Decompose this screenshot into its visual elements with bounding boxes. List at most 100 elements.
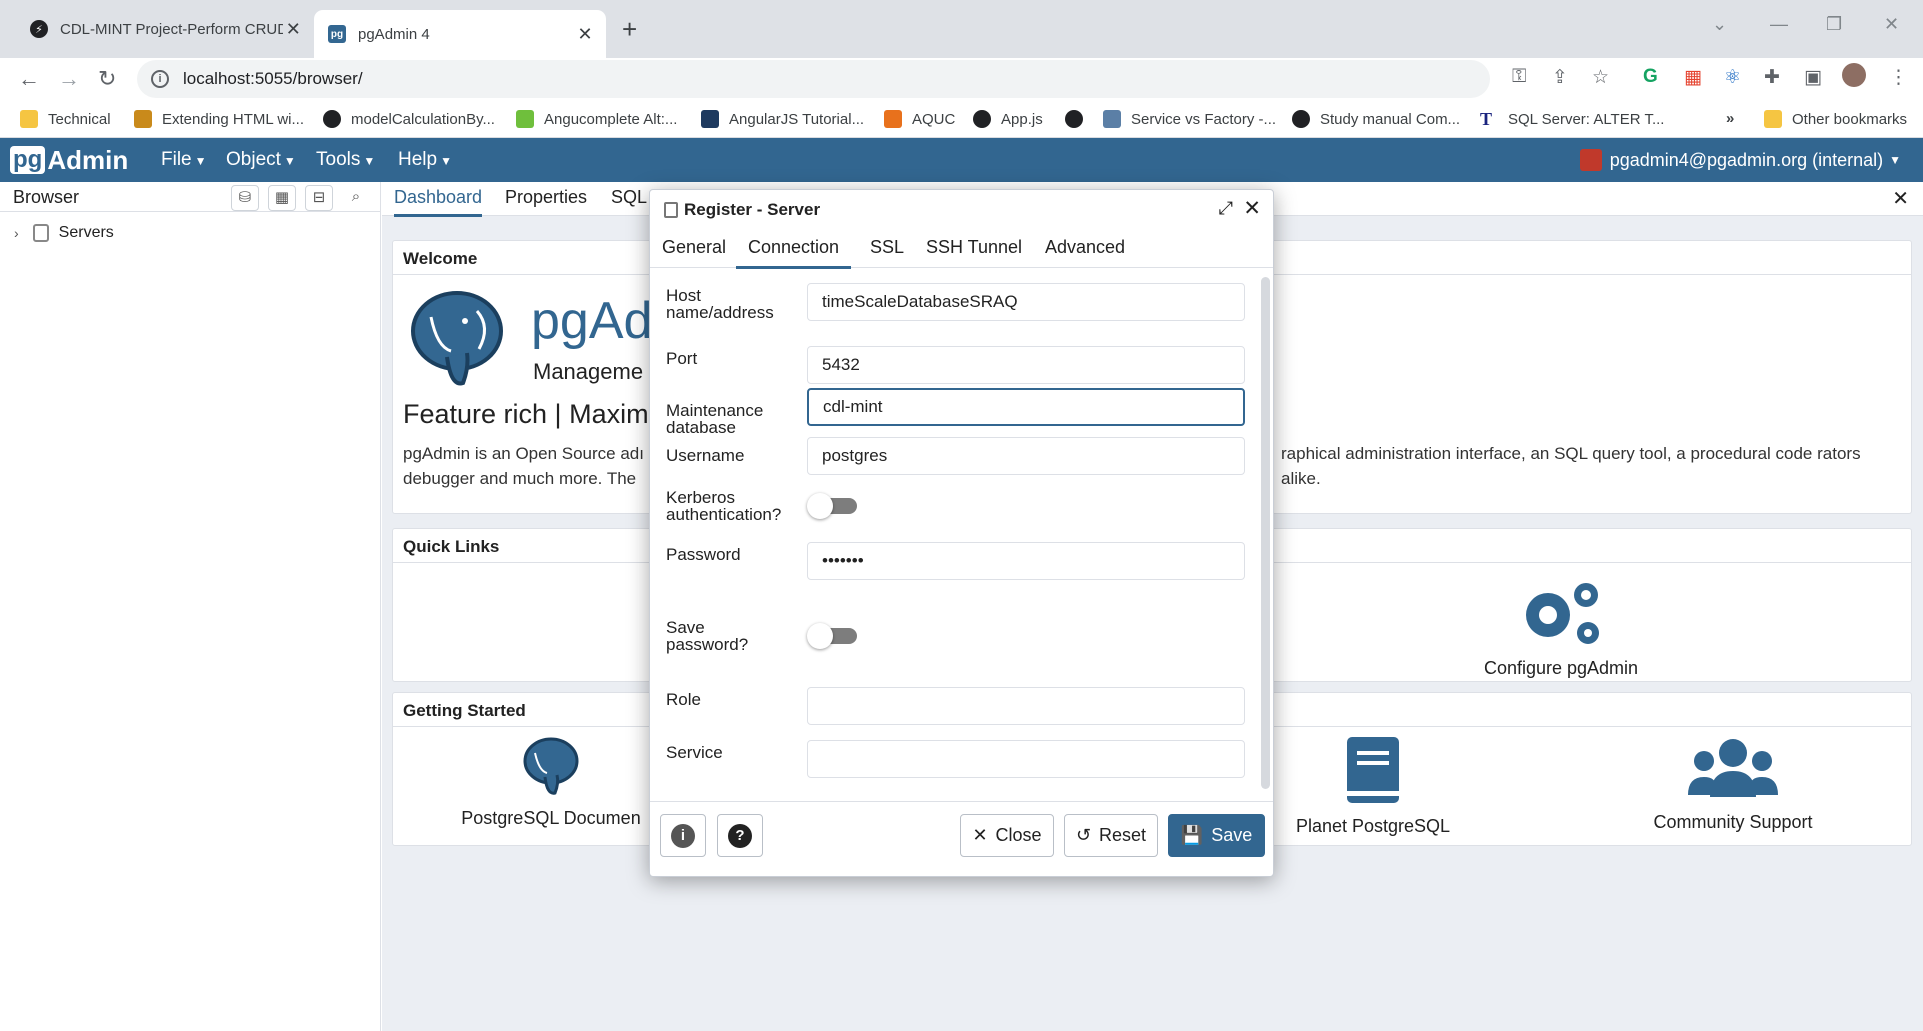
table-icon[interactable]: ▦ (268, 185, 296, 211)
restore-icon[interactable]: ❐ (1826, 14, 1842, 35)
username-input[interactable] (807, 437, 1245, 475)
bookmark-label: App.js (1001, 110, 1043, 128)
configure-pgadmin-link[interactable]: Configure pgAdmin (1461, 577, 1661, 679)
user-avatar (1579, 149, 1602, 171)
close-icon[interactable]: ✕ (574, 24, 596, 45)
bookmark-angucomplete[interactable]: Angucomplete Alt:... (516, 110, 677, 128)
pgadmin-header: pg Admin File ▼ Object ▼ Tools ▼ Help ▼ pgadm… (0, 138, 1923, 182)
tab-connection[interactable]: Connection (736, 237, 852, 269)
bookmark-extending-html[interactable]: Extending HTML wi... (134, 110, 304, 128)
chevron-down-icon: ▼ (194, 154, 207, 168)
tab-properties[interactable]: Properties (505, 187, 587, 214)
community-support-link[interactable]: Community Support (1623, 735, 1843, 833)
register-server-dialog: Register - Server ⤢ ✕ General Connection… (649, 189, 1274, 877)
menu-label: Help (398, 149, 438, 170)
tab-search-chevron-icon[interactable]: ⌄ (1712, 14, 1727, 35)
dialog-scrollbar[interactable] (1261, 277, 1270, 789)
tab-general[interactable]: General (650, 237, 738, 266)
browser-tab-cdl-mint[interactable]: ⚡ CDL-MINT Project-Perform CRUD ✕ (16, 10, 314, 48)
reset-button[interactable]: ↺ Reset (1064, 814, 1158, 857)
help-icon: ? (728, 823, 752, 848)
chevron-down-icon: ▼ (363, 154, 376, 168)
help-button[interactable]: ? (717, 814, 763, 857)
menu-help[interactable]: Help ▼ (398, 149, 452, 171)
bookmark-untitled[interactable] (1065, 110, 1093, 128)
site-info-icon[interactable]: i (151, 70, 169, 88)
port-input[interactable] (807, 346, 1245, 384)
bookmark-technical[interactable]: Technical (20, 110, 111, 128)
forward-icon[interactable]: → (58, 66, 80, 92)
dialog-footer: i ? ✕ Close ↺ Reset 💾 Save (650, 801, 1273, 876)
close-panel-icon[interactable]: ✕ (1892, 186, 1909, 211)
menu-object[interactable]: Object ▼ (226, 149, 296, 171)
info-button[interactable]: i (660, 814, 706, 857)
new-tab-icon[interactable]: + (622, 14, 637, 45)
tree-node-label: Servers (58, 224, 114, 241)
maximize-icon[interactable]: ⤢ (1219, 198, 1233, 219)
bookmark-modelcalculation[interactable]: modelCalculationBy... (323, 110, 495, 128)
bookmarks-more-button[interactable]: » (1726, 110, 1734, 127)
tab-dashboard[interactable]: Dashboard (394, 187, 483, 217)
link-label: Community Support (1653, 812, 1813, 832)
minimize-icon[interactable]: — (1770, 14, 1788, 35)
bookmark-study-manual[interactable]: Study manual Com... (1292, 110, 1460, 128)
react-devtools-icon[interactable]: ⚛ (1724, 66, 1741, 89)
chevron-right-icon[interactable]: › (14, 225, 19, 241)
extensions-puzzle-icon[interactable]: ✚ (1764, 66, 1780, 89)
browser-tab-pgadmin[interactable]: pg pgAdmin 4 ✕ (314, 10, 606, 58)
browser-toolbar: ← → ↻ i localhost:5055/browser/ ⚿ ⇪ ☆ G … (0, 58, 1923, 104)
filter-rows-icon[interactable]: ⊟ (305, 185, 333, 211)
key-icon[interactable]: ⚿ (1512, 66, 1526, 88)
search-icon[interactable]: ⌕ (342, 185, 370, 211)
kebab-menu-icon[interactable]: ⋮ (1889, 66, 1908, 89)
address-bar[interactable]: i localhost:5055/browser/ (137, 60, 1490, 98)
bookmark-sql-server-alter[interactable]: T SQL Server: ALTER T... (1480, 110, 1664, 128)
postgres-elephant-icon (523, 737, 579, 795)
share-icon[interactable]: ⇪ (1552, 66, 1568, 89)
postgresql-docs-link[interactable]: PostgreSQL Documen (451, 735, 651, 829)
service-input[interactable] (807, 740, 1245, 778)
save-icon: 💾 (1180, 825, 1204, 845)
bookmark-aquc[interactable]: AQUC (884, 110, 955, 128)
bookmarks-bar: Technical Extending HTML wi... modelCalc… (0, 104, 1923, 138)
profile-avatar[interactable] (1842, 63, 1866, 87)
save-button[interactable]: 💾 Save (1168, 814, 1265, 857)
grammarly-icon[interactable]: G (1643, 66, 1658, 88)
dialog-close-icon[interactable]: ✕ (1243, 196, 1261, 221)
close-button[interactable]: ✕ Close (960, 814, 1054, 857)
button-label: Close (995, 825, 1042, 845)
database-icon[interactable]: ⛁ (231, 185, 259, 211)
bookmark-other-bookmarks[interactable]: Other bookmarks (1764, 110, 1907, 128)
host-input[interactable] (807, 283, 1245, 321)
bookmark-service-vs-factory[interactable]: Service vs Factory -... (1103, 110, 1276, 128)
tab-advanced[interactable]: Advanced (1033, 237, 1137, 266)
sidepanel-icon[interactable]: ▣ (1804, 66, 1822, 89)
field-label: Password (666, 545, 741, 564)
star-icon[interactable]: ☆ (1592, 66, 1609, 89)
back-icon[interactable]: ← (18, 66, 40, 92)
tree-node-servers[interactable]: › Servers (14, 224, 114, 242)
tab-sql[interactable]: SQL (611, 187, 647, 214)
menu-file[interactable]: File ▼ (161, 149, 207, 171)
close-icon[interactable]: ✕ (283, 19, 304, 40)
kerberos-toggle[interactable] (807, 493, 859, 519)
bookmark-appjs[interactable]: App.js (973, 110, 1043, 128)
pgadmin-logo[interactable]: pg Admin (10, 143, 128, 177)
toggle-knob (807, 623, 833, 649)
menu-tools[interactable]: Tools ▼ (316, 149, 375, 171)
save-password-toggle[interactable] (807, 623, 859, 649)
tab-ssh-tunnel[interactable]: SSH Tunnel (914, 237, 1034, 266)
reload-icon[interactable]: ↻ (98, 66, 116, 92)
planet-postgresql-link[interactable]: Planet PostgreSQL (1273, 735, 1473, 837)
bookmark-angularjs-tutorial[interactable]: AngularJS Tutorial... (701, 110, 864, 128)
colorpick-extension-icon[interactable]: ▦ (1684, 66, 1702, 89)
logo-admin: Admin (47, 144, 129, 175)
password-input[interactable] (807, 542, 1245, 580)
maintenance-db-input[interactable] (807, 388, 1245, 426)
role-input[interactable] (807, 687, 1245, 725)
bookmark-label: AngularJS Tutorial... (729, 110, 865, 128)
link-label: Configure pgAdmin (1483, 658, 1639, 678)
user-menu[interactable]: pgadmin4@pgadmin.org (internal) ▼ (1579, 149, 1901, 171)
window-close-icon[interactable]: ✕ (1884, 14, 1899, 35)
tab-ssl[interactable]: SSL (858, 237, 916, 266)
